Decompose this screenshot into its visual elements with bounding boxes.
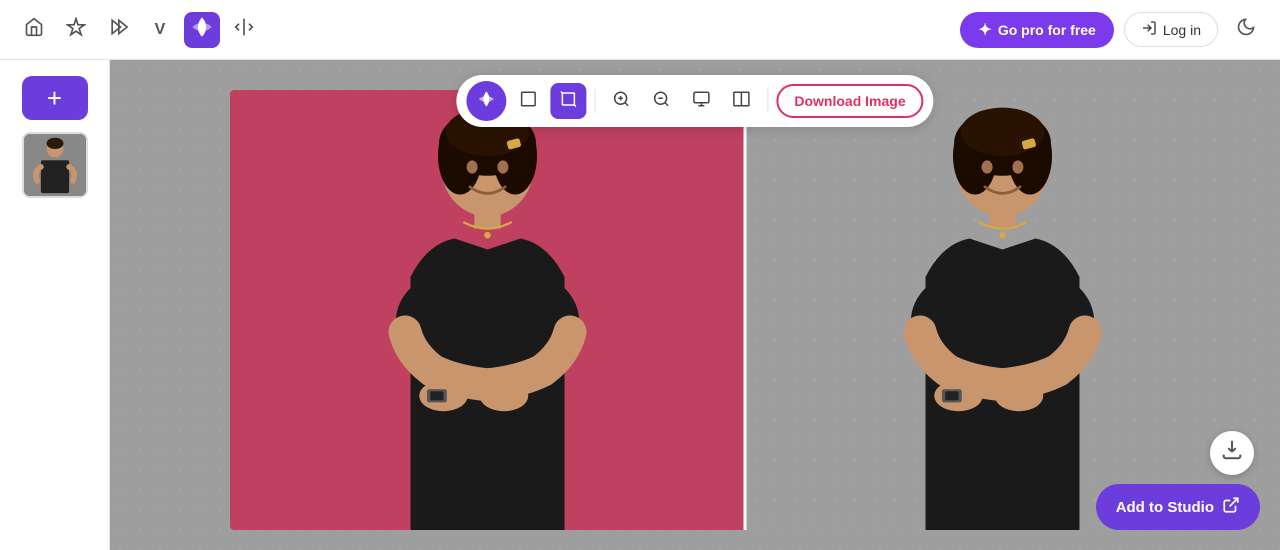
zoom-in-icon bbox=[612, 90, 630, 113]
sparkle-icon bbox=[66, 17, 86, 42]
rectangle-icon bbox=[519, 90, 537, 113]
magic-tool-icon bbox=[477, 90, 495, 113]
zoom-in-button[interactable] bbox=[603, 83, 639, 119]
v-button[interactable]: V bbox=[142, 12, 178, 48]
brand-button[interactable] bbox=[184, 12, 220, 48]
thumbnail-item[interactable] bbox=[22, 132, 88, 198]
split-view-icon bbox=[732, 90, 750, 113]
sparkle-button[interactable] bbox=[58, 12, 94, 48]
panel-right bbox=[745, 90, 1260, 530]
header-left-icons: V bbox=[16, 12, 262, 48]
main-layout: + bbox=[0, 60, 1280, 550]
dark-mode-button[interactable] bbox=[1228, 12, 1264, 48]
add-to-studio-button[interactable]: Add to Studio bbox=[1096, 484, 1260, 530]
forward-icon bbox=[108, 17, 128, 42]
split-container bbox=[230, 90, 1260, 530]
add-button[interactable]: + bbox=[22, 76, 88, 120]
compare-header-icon bbox=[234, 17, 254, 42]
login-button[interactable]: Log in bbox=[1124, 12, 1218, 47]
toolbar-separator-1 bbox=[594, 89, 595, 113]
home-button[interactable] bbox=[16, 12, 52, 48]
layers-icon bbox=[692, 90, 710, 113]
rectangle-tool-button[interactable] bbox=[510, 83, 546, 119]
compare-header-button[interactable] bbox=[226, 12, 262, 48]
person-removed-bg bbox=[745, 90, 1260, 530]
login-label: Log in bbox=[1163, 22, 1201, 38]
go-pro-label: Go pro for free bbox=[998, 22, 1096, 38]
toolbar-separator-2 bbox=[767, 89, 768, 113]
download-circle-icon bbox=[1221, 439, 1243, 467]
toolbar: Download Image bbox=[456, 75, 933, 127]
split-view-button[interactable] bbox=[723, 83, 759, 119]
zoom-out-button[interactable] bbox=[643, 83, 679, 119]
v-icon: V bbox=[155, 21, 166, 39]
add-to-studio-label: Add to Studio bbox=[1116, 499, 1214, 516]
home-icon bbox=[24, 17, 44, 42]
layers-button[interactable] bbox=[683, 83, 719, 119]
person-original bbox=[230, 90, 745, 530]
download-image-label: Download Image bbox=[794, 93, 905, 109]
magic-tool-button[interactable] bbox=[466, 81, 506, 121]
split-divider bbox=[744, 90, 747, 530]
login-icon bbox=[1141, 20, 1157, 39]
go-pro-button[interactable]: ✦ Go pro for free bbox=[960, 12, 1113, 48]
thumbnail-svg bbox=[24, 132, 86, 198]
zoom-out-icon bbox=[652, 90, 670, 113]
brand-icon bbox=[191, 16, 213, 43]
sidebar: + bbox=[0, 60, 110, 550]
panel-left bbox=[230, 90, 745, 530]
header-right: ✦ Go pro for free Log in bbox=[960, 12, 1264, 48]
forward-button[interactable] bbox=[100, 12, 136, 48]
add-to-studio-icon bbox=[1222, 496, 1240, 518]
crop-icon bbox=[559, 90, 577, 113]
thumbnail-image bbox=[24, 134, 86, 196]
download-icon-button[interactable] bbox=[1210, 431, 1254, 475]
header: V ✦ Go pro for free bbox=[0, 0, 1280, 60]
moon-icon bbox=[1236, 17, 1256, 43]
crop-tool-button[interactable] bbox=[550, 83, 586, 119]
canvas-area: Download Image Add to Studio bbox=[110, 60, 1280, 550]
add-icon: + bbox=[47, 83, 62, 114]
go-pro-sparkle-icon: ✦ bbox=[978, 20, 991, 40]
download-image-button[interactable]: Download Image bbox=[776, 84, 923, 118]
